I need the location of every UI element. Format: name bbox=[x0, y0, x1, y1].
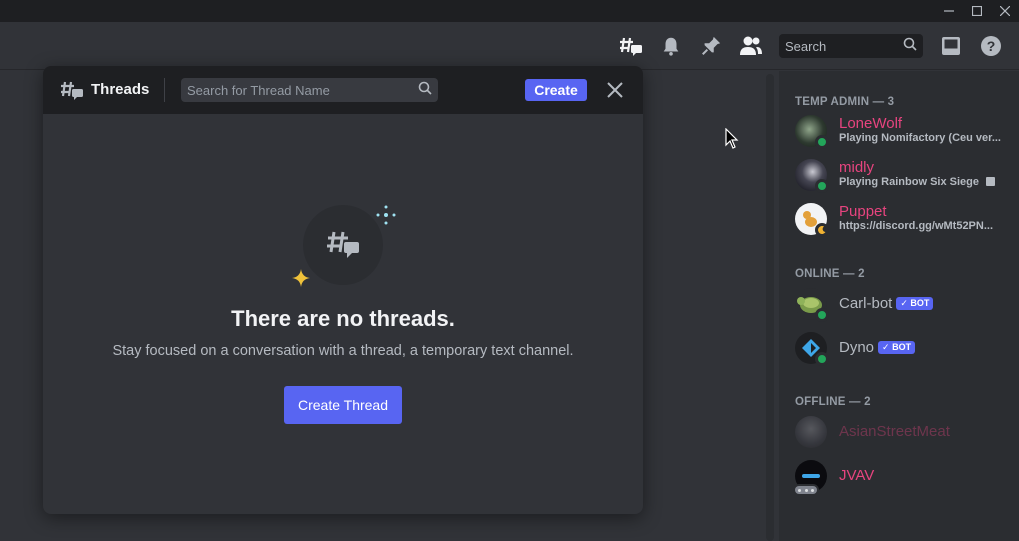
member-group-title: TEMP ADMIN — 3 bbox=[795, 96, 895, 108]
mouse-cursor-icon bbox=[725, 127, 739, 155]
search-icon bbox=[903, 37, 917, 56]
member-item-puppet[interactable]: Puppet https://discord.gg/wMt52PN... bbox=[793, 199, 1015, 239]
close-window-icon[interactable] bbox=[991, 0, 1019, 22]
typing-indicator bbox=[793, 484, 819, 496]
member-item-jvav[interactable]: JVAV bbox=[793, 456, 1015, 496]
member-list: TEMP ADMIN — 3 LoneWolf Playing Nomifact… bbox=[779, 71, 1019, 541]
member-name: Puppet bbox=[839, 203, 887, 220]
status-idle-badge bbox=[815, 223, 829, 237]
threads-icon[interactable] bbox=[619, 34, 643, 58]
rich-presence-icon bbox=[986, 177, 996, 186]
sparkle-dots-icon bbox=[376, 205, 396, 225]
member-name: Carl-bot ✓ BOT bbox=[839, 295, 934, 312]
avatar bbox=[795, 159, 829, 193]
member-name-text: Carl-bot bbox=[839, 295, 893, 312]
search-placeholder: Search bbox=[785, 38, 827, 54]
threads-title: Threads bbox=[91, 81, 150, 98]
window-titlebar bbox=[0, 0, 1019, 22]
thread-search-field[interactable] bbox=[181, 78, 438, 102]
empty-state-title: There are no threads. bbox=[231, 306, 455, 331]
empty-threads-illustration bbox=[303, 205, 383, 285]
threads-header: Threads Create bbox=[43, 66, 643, 114]
threads-illustration-icon bbox=[327, 231, 359, 258]
bot-badge: ✓ BOT bbox=[896, 297, 934, 310]
bot-badge: ✓ BOT bbox=[878, 341, 916, 354]
member-group-title: OFFLINE — 2 bbox=[795, 396, 871, 408]
member-item-carl-bot[interactable]: Carl-bot ✓ BOT bbox=[793, 284, 1015, 324]
pin-icon[interactable] bbox=[699, 34, 723, 58]
create-thread-button[interactable]: Create Thread bbox=[284, 386, 402, 424]
member-name: LoneWolf bbox=[839, 115, 903, 132]
status-online-badge bbox=[815, 352, 829, 366]
threads-icon bbox=[60, 78, 84, 107]
chat-scrollbar[interactable] bbox=[766, 74, 774, 541]
empty-state-subtitle: Stay focused on a conversation with a th… bbox=[112, 343, 574, 359]
member-name: midly bbox=[839, 159, 875, 176]
member-activity: Playing Nomifactory (Ceu ver... bbox=[839, 132, 1001, 144]
activity-text: Playing Rainbow Six Siege bbox=[839, 176, 979, 188]
thread-search-input[interactable] bbox=[187, 82, 418, 98]
close-icon[interactable] bbox=[603, 78, 627, 102]
member-activity: https://discord.gg/wMt52PN... bbox=[839, 220, 994, 232]
member-activity: Playing Rainbow Six Siege bbox=[839, 176, 1009, 188]
sparkle-star-icon bbox=[292, 269, 310, 287]
member-item-dyno[interactable]: Dyno ✓ BOT bbox=[793, 328, 1015, 368]
member-item-midly[interactable]: midly Playing Rainbow Six Siege bbox=[793, 155, 1015, 195]
status-online-badge bbox=[815, 135, 829, 149]
channel-header: Search ? bbox=[0, 22, 1019, 70]
avatar bbox=[795, 332, 829, 366]
member-list-icon[interactable] bbox=[739, 34, 763, 58]
minimize-icon[interactable] bbox=[935, 0, 963, 22]
svg-text:?: ? bbox=[987, 38, 996, 54]
create-button[interactable]: Create bbox=[525, 79, 587, 101]
member-item-lonewolf[interactable]: LoneWolf Playing Nomifactory (Ceu ver... bbox=[793, 111, 1015, 151]
maximize-icon[interactable] bbox=[963, 0, 991, 22]
search-icon bbox=[418, 81, 432, 100]
header-divider bbox=[164, 78, 165, 102]
avatar bbox=[795, 115, 829, 149]
help-icon[interactable]: ? bbox=[979, 34, 1003, 58]
avatar bbox=[795, 288, 829, 322]
inbox-icon[interactable] bbox=[939, 34, 963, 58]
bell-icon[interactable] bbox=[659, 34, 683, 58]
avatar bbox=[795, 416, 827, 448]
status-online-badge bbox=[815, 179, 829, 193]
member-name: AsianStreetMeat bbox=[839, 423, 950, 440]
search-input[interactable]: Search bbox=[779, 34, 923, 58]
threads-popout: Threads Create There are no threads. Sta… bbox=[43, 66, 643, 514]
avatar bbox=[795, 203, 829, 237]
member-name-text: Dyno bbox=[839, 339, 875, 356]
member-item-asianstreetmeat[interactable]: AsianStreetMeat bbox=[793, 412, 1015, 452]
member-name: JVAV bbox=[839, 467, 875, 484]
status-online-badge bbox=[815, 308, 829, 322]
avatar bbox=[793, 460, 827, 496]
member-name: Dyno ✓ BOT bbox=[839, 339, 916, 356]
member-group-title: ONLINE — 2 bbox=[795, 268, 865, 280]
